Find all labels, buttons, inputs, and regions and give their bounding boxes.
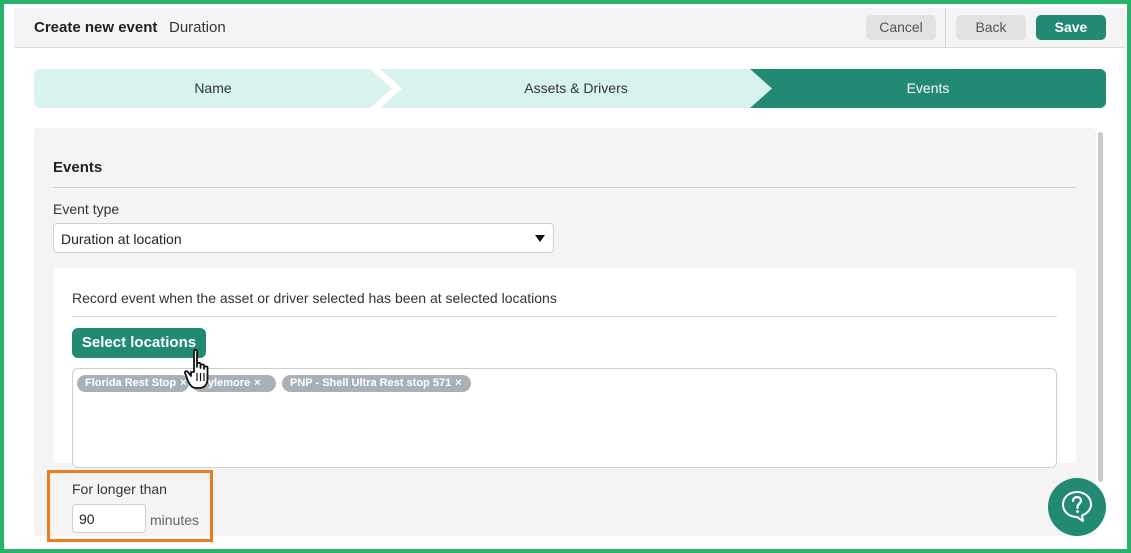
longer-than-label: For longer than	[72, 481, 167, 497]
wizard-stepper: Name Assets & Drivers Events	[34, 69, 1106, 108]
page-title: Create new event	[34, 19, 158, 36]
section-title: Events	[53, 159, 103, 176]
step-name[interactable]: Name	[34, 69, 392, 108]
minutes-unit-label: minutes	[150, 512, 200, 528]
page-header: Create new event Duration Cancel Back Sa…	[14, 8, 1125, 48]
save-button[interactable]: Save	[1036, 15, 1106, 40]
caret-down-icon	[535, 235, 545, 242]
cancel-button[interactable]: Cancel	[866, 15, 936, 40]
page-subtitle: Duration	[169, 19, 226, 36]
location-tag-label: Florida Rest Stop	[85, 377, 177, 389]
event-type-label: Event type	[53, 201, 120, 217]
back-button[interactable]: Back	[956, 15, 1026, 40]
location-tag-label: PNP - Shell Ultra Rest stop 571	[290, 377, 452, 389]
event-type-select[interactable]: Duration at location	[53, 223, 554, 253]
step-assets-drivers[interactable]: Assets & Drivers	[380, 69, 772, 108]
card-divider	[72, 316, 1057, 317]
remove-tag-icon[interactable]: ×	[254, 377, 260, 389]
remove-tag-icon[interactable]: ×	[455, 377, 461, 389]
location-tag: PNP - Shell Ultra Rest stop 571 ×	[282, 375, 471, 392]
event-type-value: Duration at location	[61, 231, 182, 247]
help-question-chat-icon	[1062, 491, 1092, 522]
app-frame: Create new event Duration Cancel Back Sa…	[0, 0, 1131, 553]
step-events[interactable]: Events	[750, 69, 1106, 108]
longer-than-input[interactable]	[72, 504, 146, 533]
section-divider	[53, 187, 1076, 188]
header-divider	[945, 8, 946, 48]
hand-pointer-cursor-icon	[184, 348, 209, 389]
location-tag: Florida Rest Stop ×	[77, 375, 189, 392]
event-description: Record event when the asset or driver se…	[72, 290, 557, 306]
panel-scrollbar[interactable]	[1098, 132, 1103, 482]
help-button[interactable]	[1048, 478, 1106, 536]
